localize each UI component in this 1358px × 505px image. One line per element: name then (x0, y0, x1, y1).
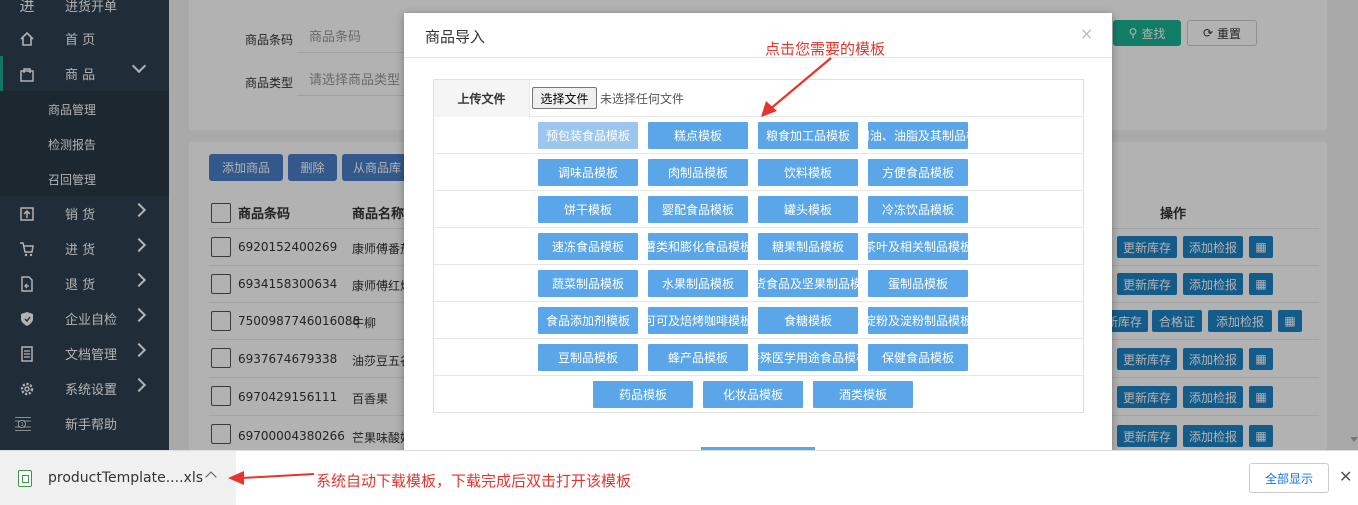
template-button-medical-food[interactable]: 特殊医学用途食品模板 (758, 344, 858, 371)
template-button-puffed[interactable]: 薯类和膨化食品模板 (648, 233, 748, 260)
download-item[interactable]: productTemplate....xls (0, 451, 236, 505)
template-button-instant-food[interactable]: 方便食品模板 (868, 159, 968, 186)
template-button-liquor[interactable]: 酒类模板 (813, 381, 913, 408)
template-button-edible-oil[interactable]: 食用油、油脂及其制品模板 (868, 122, 968, 149)
template-button-fruit[interactable]: 水果制品模板 (648, 270, 748, 297)
template-button-additive[interactable]: 食品添加剂模板 (538, 307, 638, 334)
arrow-top-icon (761, 57, 832, 117)
template-button-sugar[interactable]: 食糖模板 (758, 307, 858, 334)
download-bar: productTemplate....xls 全部显示 ✕ (0, 450, 1358, 505)
annotation-bottom: 系统自动下载模板，下载完成后双击打开该模板 (316, 472, 632, 490)
template-button-prepackaged[interactable]: 预包装食品模板 (538, 122, 638, 149)
template-button-grain[interactable]: 粮食加工品模板 (758, 122, 858, 149)
close-icon[interactable]: × (1080, 24, 1093, 43)
close-icon[interactable]: ✕ (1339, 467, 1352, 486)
arrow-bottom-icon (228, 471, 315, 485)
template-button-pastry[interactable]: 糕点模板 (648, 122, 748, 149)
excel-file-icon (18, 470, 32, 487)
template-button-vegetable[interactable]: 蔬菜制品模板 (538, 270, 638, 297)
template-button-beverage[interactable]: 饮料模板 (758, 159, 858, 186)
template-button-frozen-drinks[interactable]: 冷冻饮品模板 (868, 196, 968, 223)
choose-file-button[interactable]: 选择文件 (532, 87, 597, 109)
template-button-bee[interactable]: 蜂产品模板 (648, 344, 748, 371)
template-button-canned[interactable]: 罐头模板 (758, 196, 858, 223)
template-button-meat[interactable]: 肉制品模板 (648, 159, 748, 186)
template-button-cosmetics[interactable]: 化妆品模板 (703, 381, 803, 408)
template-button-soy[interactable]: 豆制品模板 (538, 344, 638, 371)
download-file-name: productTemplate....xls (48, 470, 203, 486)
template-button-candy[interactable]: 糖果制品模板 (758, 233, 858, 260)
modal-title: 商品导入 (425, 28, 486, 46)
show-all-button[interactable]: 全部显示 (1249, 463, 1329, 493)
template-button-starch[interactable]: 淀粉及淀粉制品模板 (868, 307, 968, 334)
upload-file-label: 上传文件 (434, 80, 530, 117)
chevron-up-icon[interactable] (205, 471, 217, 483)
template-button-tea[interactable]: 茶叶及相关制品模板 (868, 233, 968, 260)
template-button-condiment[interactable]: 调味品模板 (538, 159, 638, 186)
template-button-quick-frozen[interactable]: 速冻食品模板 (538, 233, 638, 260)
file-status: 未选择任何文件 (600, 92, 685, 106)
template-button-health-food[interactable]: 保健食品模板 (868, 344, 968, 371)
template-button-cocoa-coffee[interactable]: 可可及焙烤咖啡模板 (648, 307, 748, 334)
template-button-egg[interactable]: 蛋制品模板 (868, 270, 968, 297)
scroll-down-arrow-icon[interactable] (1350, 437, 1358, 442)
modal-header: 商品导入 × (404, 13, 1112, 58)
template-button-roasted-nuts[interactable]: 炒货食品及坚果制品模板 (758, 270, 858, 297)
template-button-medicine[interactable]: 药品模板 (593, 381, 693, 408)
template-button-infant-formula[interactable]: 婴配食品模板 (648, 196, 748, 223)
template-button-biscuit[interactable]: 饼干模板 (538, 196, 638, 223)
